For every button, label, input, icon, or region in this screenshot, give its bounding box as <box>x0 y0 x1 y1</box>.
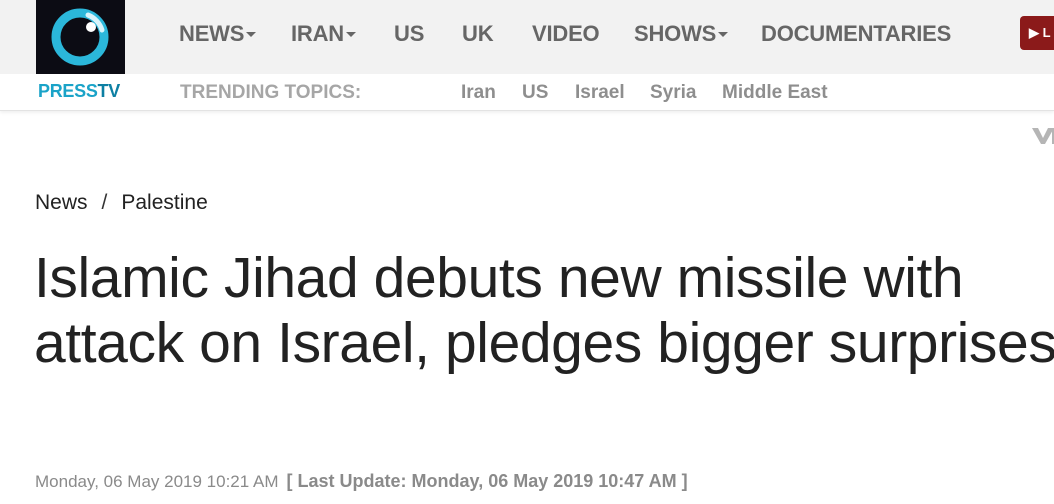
trending-item-israel[interactable]: Israel <box>575 82 625 104</box>
logo-press-text: PRESS <box>38 81 98 101</box>
chevron-down-icon <box>345 31 356 37</box>
trending-item-us[interactable]: US <box>522 82 548 104</box>
nav-item-label: NEWS <box>179 21 245 46</box>
live-button[interactable]: ▶ L <box>1020 16 1054 50</box>
presstv-logo-icon[interactable] <box>36 0 125 74</box>
nav-item-label: SHOWS <box>634 21 717 46</box>
breadcrumb-separator: / <box>101 191 108 214</box>
trending-topics-label: TRENDING TOPICS: <box>180 82 362 103</box>
nav-item-shows[interactable]: SHOWS <box>634 20 729 48</box>
published-date: Monday, 06 May 2019 10:21 AM <box>35 472 279 491</box>
article-headline: Islamic Jihad debuts new missile with at… <box>34 246 1054 375</box>
nav-item-video[interactable]: VIDEO <box>532 20 600 48</box>
chevron-down-icon <box>718 31 729 37</box>
nav-item-label: DOCUMENTARIES <box>761 21 952 46</box>
trending-item-middle-east[interactable]: Middle East <box>722 82 828 104</box>
article-dateline: Monday, 06 May 2019 10:21 AM [ Last Updat… <box>35 469 688 494</box>
nav-item-label: US <box>394 21 425 46</box>
trending-item-syria[interactable]: Syria <box>650 82 696 104</box>
nav-item-label: VIDEO <box>532 21 600 46</box>
breadcrumb: News / Palestine <box>35 189 208 217</box>
nav-item-label: UK <box>462 21 494 46</box>
breadcrumb-item-news[interactable]: News <box>35 191 88 214</box>
nav-item-news[interactable]: NEWS <box>179 20 257 48</box>
presstv-logo-text[interactable]: PRESSTV <box>38 81 120 101</box>
breadcrumb-item-palestine[interactable]: Palestine <box>121 191 207 214</box>
nav-item-uk[interactable]: UK <box>462 20 494 48</box>
nav-item-iran[interactable]: IRAN <box>291 20 356 48</box>
last-update-date: [ Last Update: Monday, 06 May 2019 10:47… <box>286 471 688 491</box>
logo-tv-text: TV <box>97 81 121 101</box>
nav-item-documentaries[interactable]: DOCUMENTARIES <box>761 20 951 48</box>
vk-share-icon[interactable] <box>1030 124 1054 146</box>
trending-item-iran[interactable]: Iran <box>461 82 496 104</box>
nav-item-us[interactable]: US <box>394 20 424 48</box>
nav-item-label: IRAN <box>291 21 344 46</box>
chevron-down-icon <box>246 31 257 37</box>
